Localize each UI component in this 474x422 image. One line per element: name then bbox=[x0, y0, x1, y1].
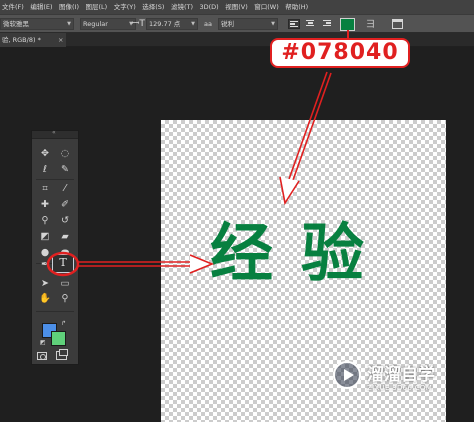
chevron-down-icon: ▼ bbox=[271, 21, 275, 27]
rectangle-shape-icon[interactable]: ▭ bbox=[56, 276, 74, 291]
menu-filter[interactable]: 滤镜(T) bbox=[171, 0, 193, 14]
options-bar: 微软雅黑 ▼ Regular ▼ ꟷT 129.77 点 ▼ aa 锐利 ▼ ⺕ bbox=[0, 14, 474, 33]
play-logo-icon bbox=[333, 361, 361, 389]
eyedropper-icon[interactable]: ⁄ bbox=[56, 181, 74, 196]
menu-help[interactable]: 帮助(H) bbox=[285, 0, 308, 14]
character-panel-icon[interactable] bbox=[392, 19, 403, 29]
font-size-icon: ꟷT bbox=[132, 19, 145, 29]
align-center-button[interactable] bbox=[304, 19, 316, 29]
document-tab[interactable]: 验, RGB/8) * × bbox=[0, 33, 66, 47]
screen-mode-icon[interactable] bbox=[56, 349, 68, 360]
antialias-icon: aa bbox=[204, 20, 212, 28]
marquee-icon[interactable]: ◌ bbox=[56, 146, 74, 161]
watermark-title: 溜溜自学 bbox=[367, 365, 435, 385]
tool-separator bbox=[36, 179, 74, 180]
antialias-value: 锐利 bbox=[221, 20, 234, 28]
font-family-select[interactable]: 微软雅黑 ▼ bbox=[0, 18, 74, 30]
eraser-icon[interactable]: ◩ bbox=[36, 229, 54, 244]
swap-colors-icon[interactable]: ↱ bbox=[61, 320, 66, 327]
default-colors-icon[interactable]: ◩ bbox=[40, 339, 46, 346]
menu-bar: 文件(F) 编辑(E) 图像(I) 图层(L) 文字(Y) 选择(S) 滤镜(T… bbox=[0, 0, 474, 14]
background-color-swatch[interactable] bbox=[51, 331, 66, 346]
clone-stamp-icon[interactable]: ⚲ bbox=[36, 213, 54, 228]
font-size-value: 129.77 点 bbox=[149, 20, 181, 28]
document-tab-label: 验, RGB/8) * bbox=[2, 36, 41, 44]
font-family-value: 微软雅黑 bbox=[3, 20, 29, 28]
align-right-button[interactable] bbox=[320, 19, 332, 29]
align-left-button[interactable] bbox=[288, 19, 300, 29]
healing-brush-icon[interactable]: ✚ bbox=[36, 197, 54, 212]
path-select-icon[interactable]: ➤ bbox=[36, 276, 54, 291]
menu-3d[interactable]: 3D(D) bbox=[200, 0, 219, 14]
crop-icon[interactable]: ⌗ bbox=[36, 181, 54, 196]
type-icon: T bbox=[59, 256, 67, 269]
watermark: 溜溜自学 ZIXUE.3D66.COM bbox=[333, 358, 449, 400]
warp-text-icon[interactable]: ⺕ bbox=[366, 17, 375, 30]
menu-layer[interactable]: 图层(L) bbox=[86, 0, 108, 14]
quick-select-icon[interactable]: ✎ bbox=[56, 162, 74, 177]
menu-select[interactable]: 选择(S) bbox=[142, 0, 164, 14]
chevron-down-icon: ▼ bbox=[191, 21, 195, 27]
font-size-select[interactable]: 129.77 点 ▼ bbox=[146, 18, 198, 30]
canvas-text-layer[interactable]: 经验 bbox=[210, 209, 420, 299]
menu-type[interactable]: 文字(Y) bbox=[114, 0, 136, 14]
watermark-url: ZIXUE.3D66.COM bbox=[367, 384, 433, 392]
text-color-swatch[interactable] bbox=[340, 18, 355, 31]
lasso-icon[interactable]: ℓ bbox=[36, 162, 54, 177]
menu-file[interactable]: 文件(F) bbox=[2, 0, 24, 14]
zoom-icon[interactable]: ⚲ bbox=[56, 291, 74, 306]
menu-window[interactable]: 窗口(W) bbox=[254, 0, 279, 14]
chevron-down-icon: ▼ bbox=[67, 21, 71, 27]
tool-separator bbox=[36, 311, 74, 312]
menu-edit[interactable]: 编辑(E) bbox=[30, 0, 52, 14]
font-style-select[interactable]: Regular ▼ bbox=[80, 18, 136, 30]
antialias-select[interactable]: 锐利 ▼ bbox=[218, 18, 278, 30]
quick-mask-icon[interactable] bbox=[37, 352, 47, 360]
menu-view[interactable]: 视图(V) bbox=[225, 0, 248, 14]
history-brush-icon[interactable]: ↺ bbox=[56, 213, 74, 228]
collapse-icon[interactable]: « bbox=[52, 129, 57, 136]
hand-icon[interactable]: ✋ bbox=[36, 291, 54, 306]
move-icon[interactable]: ✥ bbox=[36, 146, 54, 161]
menu-image[interactable]: 图像(I) bbox=[59, 0, 79, 14]
brush-icon[interactable]: ✐ bbox=[56, 197, 74, 212]
tools-panel-header[interactable]: « bbox=[32, 129, 78, 139]
font-style-value: Regular bbox=[83, 20, 108, 28]
type-tool-button[interactable]: T bbox=[52, 254, 74, 273]
close-icon[interactable]: × bbox=[58, 33, 63, 47]
gradient-icon[interactable]: ▰ bbox=[56, 229, 74, 244]
color-callout-label: #078040 bbox=[270, 38, 410, 68]
